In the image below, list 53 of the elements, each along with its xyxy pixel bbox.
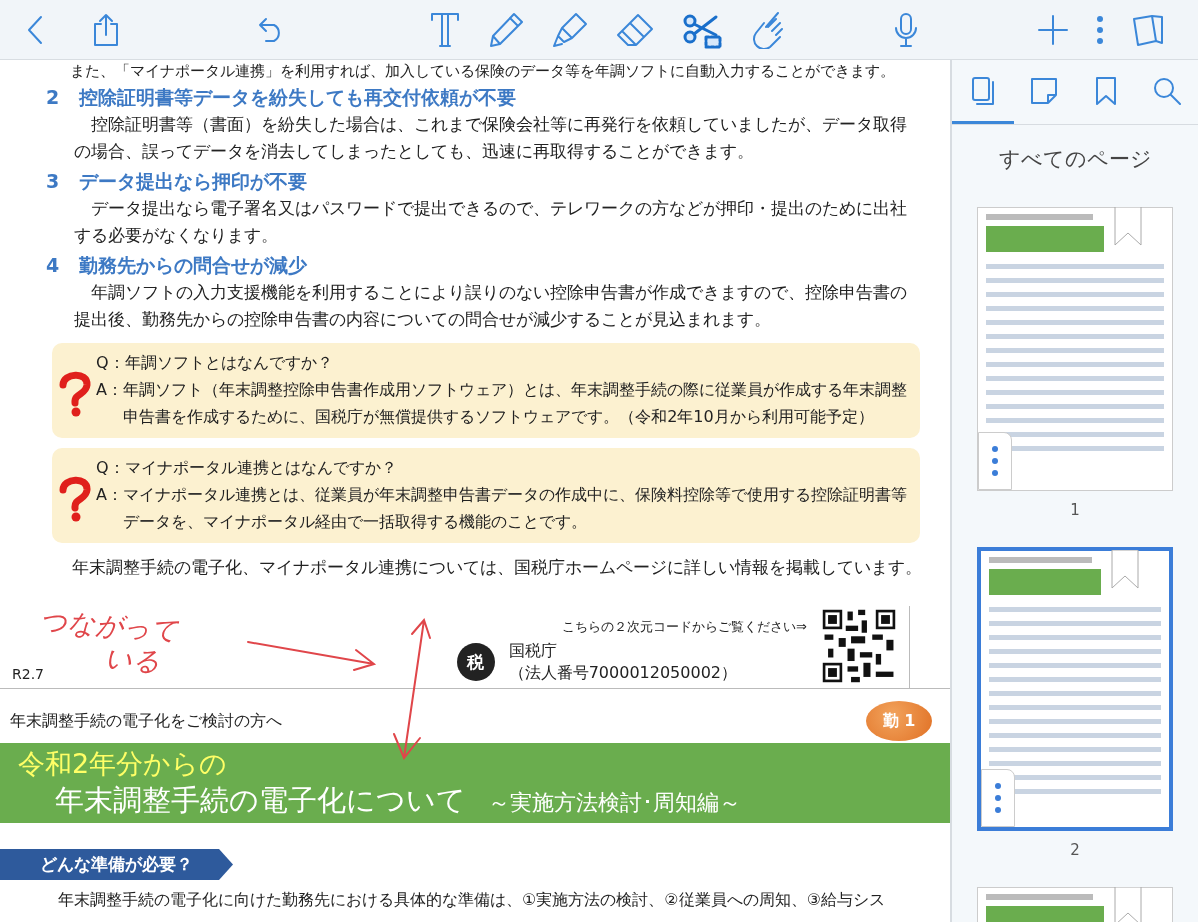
section-heading: データ提出なら押印が不要 (79, 169, 308, 194)
section-number: 3 (46, 169, 60, 194)
bookmark-ribbon-icon (1114, 207, 1142, 247)
info-text: 年末調整手続の電子化、マイナポータル連携については、国税庁ホームページに詳しい情報を掲載しています。 (71, 557, 923, 579)
pages-icon[interactable] (1132, 12, 1166, 47)
banner-subtitle: ～実施方法検討･周知編～ (488, 789, 741, 817)
body-text: また、「マイナポータル連携」を利用すれば、加入している保険のデータ等を年調ソフトに自動入力することができます。 (69, 61, 896, 81)
qr-caption: こちらの２次元コードからご覧ください⇒ (562, 618, 807, 636)
share-icon[interactable] (92, 12, 120, 47)
answer-text: A：年調ソフト（年末調整控除申告書作成用ソフトウェア）とは、年末調整手続の際に従業員が作成する年末調整申告書を作成するために、国税庁が無償提供するソフトウェアです。（令和2年10月から利用可能予定） (96, 379, 908, 428)
page-number: 2 (1070, 841, 1080, 859)
agency-logo: 税 (456, 643, 495, 681)
body-text: データ提出なら電子署名又はパスワードで提出できるので、テレワークの方などが押印・提出のために出社する必要がなくなります。 (73, 198, 908, 247)
page-thumbnail[interactable] (977, 547, 1173, 831)
agency-name: 国税庁 (508, 640, 558, 662)
pencil-icon[interactable] (488, 11, 524, 48)
section-heading: 控除証明書等データを紛失しても再交付依頼が不要 (79, 85, 517, 110)
section-number: 4 (46, 253, 60, 278)
banner-title: 令和2年分からの (18, 747, 229, 781)
plus-icon[interactable] (1038, 14, 1068, 45)
corporate-number: （法人番号7000012050002） (508, 662, 737, 684)
section-number: 2 (46, 85, 60, 110)
pages-icon (970, 75, 995, 106)
sidebar-heading: すべてのページ (998, 146, 1152, 173)
section-heading: 勤務先からの問合せが減少 (79, 253, 308, 278)
question-mark-icon (58, 370, 92, 417)
more-button[interactable] (981, 769, 1015, 827)
banner-title: 年末調整手続の電子化について (55, 782, 466, 819)
body-text: 控除証明書等（書面）を紛失した場合は、これまで保険会社等に再発行を依頼していましたが、データ取得の場合、誤ってデータを消去してしまったとしても、迅速に再取得することができます。 (73, 114, 908, 163)
eraser-icon[interactable] (616, 12, 654, 47)
note-icon (1030, 76, 1059, 105)
body-text: 年末調整手続の電子化に向けた勤務先における具体的な準備は、①実施方法の検討、②従業員への周知、③給与シス (57, 890, 887, 911)
page-number: 1 (1070, 501, 1080, 519)
bookmark-icon (1094, 75, 1117, 106)
bookmark-ribbon-icon (1111, 550, 1139, 590)
page-header: 年末調整手続の電子化をご検討の方へ (10, 710, 282, 732)
microphone-icon[interactable] (894, 11, 918, 48)
page-thumbnail[interactable] (977, 207, 1173, 491)
back-icon[interactable] (26, 14, 44, 45)
search-icon (1153, 76, 1182, 105)
hand-pointer-icon[interactable] (750, 10, 786, 49)
highlighter-icon[interactable] (552, 11, 588, 48)
body-text: 年調ソフトの入力支援機能を利用することにより誤りのない控除申告書が作成できますので、控除申告書の提出後、勤務先からの控除申告書の内容についての問合せが減少することが見込まれます。 (73, 282, 908, 331)
question-mark-icon (58, 475, 92, 522)
question-text: Q：年調ソフトとはなんですか？ (96, 352, 334, 374)
section-tag: どんな準備が必要？ (0, 849, 233, 880)
more-button[interactable] (978, 432, 1012, 490)
answer-text: A：マイナポータル連携とは、従業員が年末調整申告書データの作成中に、保険料控除等で使用する控除証明書等データを、マイナポータル経由で一括取得する機能のことです。 (96, 484, 908, 533)
page-badge: 勤 1 (866, 701, 932, 741)
question-text: Q：マイナポータル連携とはなんですか？ (96, 457, 398, 479)
text-tool-icon[interactable] (430, 11, 460, 48)
more-icon[interactable] (1096, 14, 1104, 45)
version-label: R2.7 (12, 666, 44, 682)
